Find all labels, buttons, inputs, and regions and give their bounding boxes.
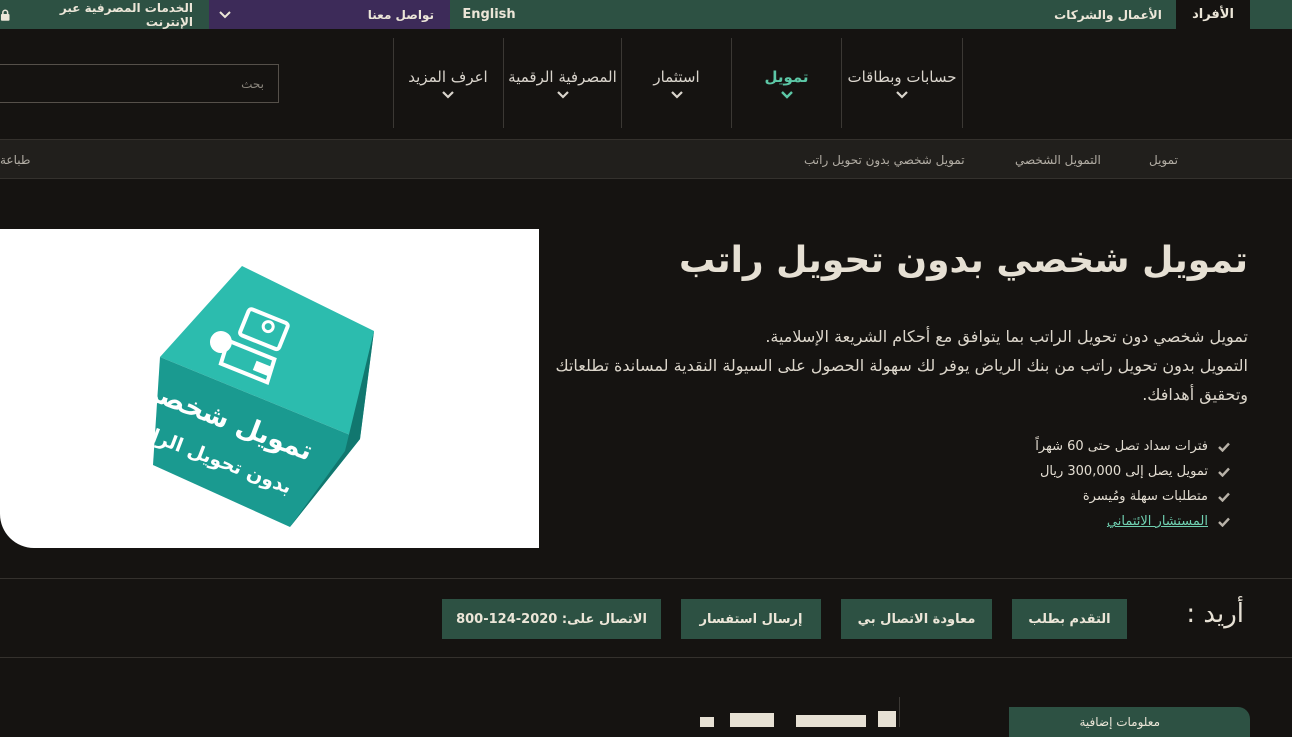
online-banking-link[interactable]: الخدمات المصرفية عبر الإنترنت (0, 0, 209, 29)
list-item: متطلبات سهلة ومُيسرة (830, 484, 1230, 509)
feature-text: تمويل يصل إلى 300,000 ريال (1039, 464, 1208, 479)
top-bar: الخدمات المصرفية عبر الإنترنت تواصل معنا… (0, 0, 1292, 29)
hero-description: تمويل شخصي دون تحويل الراتب بما يتوافق م… (528, 322, 1248, 409)
check-icon (1218, 517, 1230, 527)
nav-item-label: حسابات وبطاقات (847, 67, 957, 86)
lock-icon (0, 9, 10, 21)
nav-item-investment[interactable]: استثمار (622, 38, 731, 128)
credit-advisor-link[interactable]: المستشار الائتماني (1107, 514, 1208, 529)
chevron-down-icon (670, 90, 683, 99)
chevron-down-icon (896, 90, 908, 99)
nav-item-label: اعرف المزيد (408, 67, 488, 86)
callback-button[interactable]: معاودة الاتصال بي (841, 599, 992, 639)
individuals-label: الأفراد (1192, 7, 1234, 22)
apply-button[interactable]: التقدم بطلب (1012, 599, 1127, 639)
chevron-down-icon (556, 90, 569, 99)
chevron-down-icon (219, 10, 231, 18)
business-tab[interactable]: الأعمال والشركات (1040, 0, 1176, 29)
english-label: English (462, 7, 516, 22)
check-icon (1218, 442, 1230, 452)
individuals-tab[interactable]: الأفراد (1176, 0, 1250, 29)
chevron-down-icon (442, 90, 454, 99)
partial-section-heading (700, 711, 896, 727)
page-title: تمويل شخصي بدون تحويل راتب (678, 240, 1248, 281)
send-inquiry-button[interactable]: إرسال استفسار (681, 599, 821, 639)
nav-item-financing[interactable]: تمويل (732, 38, 841, 128)
nav-item-label: المصرفية الرقمية (508, 67, 617, 86)
check-icon (1218, 467, 1230, 477)
call-button[interactable]: الاتصال على: 2020-124-800 (442, 599, 661, 639)
nav-item-learn-more[interactable]: اعرف المزيد (394, 38, 502, 128)
chevron-down-icon (780, 90, 793, 99)
business-label: الأعمال والشركات (1054, 7, 1162, 22)
breadcrumb-item-financing[interactable]: تمويل (1149, 140, 1178, 180)
search-input[interactable] (0, 75, 266, 92)
nav-item-label: استثمار (653, 67, 700, 86)
list-item: فترات سداد تصل حتى 60 شهراً (830, 434, 1230, 459)
breadcrumb-item-personal-finance[interactable]: التمويل الشخصي (1015, 140, 1101, 180)
english-language-link[interactable]: English (450, 0, 528, 29)
breadcrumb-item-current: تمويل شخصي بدون تحويل راتب (804, 153, 965, 167)
cta-row: أريد : التقدم بطلب معاودة الاتصال بي إرس… (0, 578, 1292, 658)
feature-list: فترات سداد تصل حتى 60 شهراً تمويل يصل إل… (830, 434, 1230, 534)
contact-us-dropdown[interactable]: تواصل معنا (209, 0, 450, 29)
nav-divider (962, 38, 963, 128)
breadcrumb: طباعة تمويل شخصي بدون تحويل راتب التمويل… (0, 139, 1292, 179)
hero-description-line: التمويل بدون تحويل راتب من بنك الرياض يو… (555, 356, 1248, 404)
hero-description-line: تمويل شخصي دون تحويل الراتب بما يتوافق م… (765, 327, 1248, 346)
search-box (0, 64, 279, 103)
feature-text: متطلبات سهلة ومُيسرة (1082, 489, 1208, 504)
nav-item-accounts-cards[interactable]: حسابات وبطاقات (842, 38, 962, 128)
online-banking-label: الخدمات المصرفية عبر الإنترنت (59, 0, 193, 29)
nav-item-label: تمويل (764, 67, 809, 86)
list-item: تمويل يصل إلى 300,000 ريال (830, 459, 1230, 484)
contact-us-label: تواصل معنا (367, 7, 434, 22)
list-item: المستشار الائتماني (830, 509, 1230, 534)
print-link[interactable]: طباعة (0, 140, 30, 180)
hero-image: تمويل شخصي بدون تحويل الراتب (0, 229, 539, 548)
personal-finance-cube-image: تمويل شخصي بدون تحويل الراتب (123, 266, 374, 527)
feature-text: فترات سداد تصل حتى 60 شهراً (1035, 439, 1208, 454)
i-want-label: أريد : (1186, 599, 1244, 629)
check-icon (1218, 492, 1230, 502)
more-info-tab[interactable]: معلومات إضافية (1009, 707, 1250, 737)
nav-item-digital-banking[interactable]: المصرفية الرقمية (504, 38, 621, 128)
